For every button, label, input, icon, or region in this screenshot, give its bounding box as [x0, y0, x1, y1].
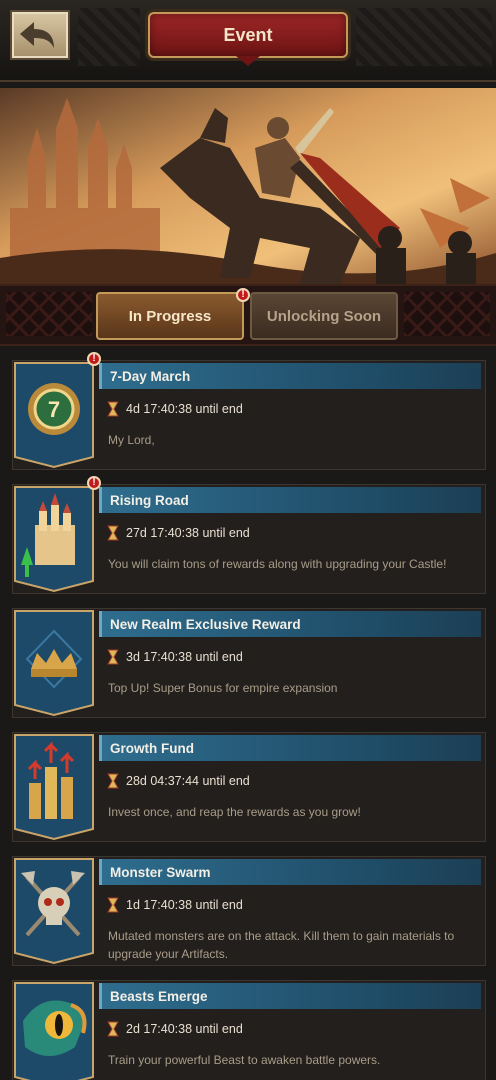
beast-eye-icon: [14, 982, 94, 1080]
event-banner-image: [0, 88, 496, 284]
event-title: Rising Road: [99, 487, 481, 513]
event-title: Growth Fund: [99, 735, 481, 761]
title-notch: [236, 56, 260, 66]
event-icon-frame: [13, 857, 95, 965]
event-timer: 28d 04:37:44 until end: [107, 773, 250, 789]
event-description: Top Up! Super Bonus for empire expansion: [108, 681, 338, 695]
event-icon-frame: [13, 609, 95, 717]
knight-on-horse-artwork: [0, 88, 496, 284]
svg-text:7: 7: [48, 397, 60, 422]
tab-bar: In Progress ! Unlocking Soon: [0, 284, 496, 346]
tab-unlocking-soon[interactable]: Unlocking Soon: [250, 292, 398, 340]
back-button[interactable]: [10, 10, 70, 60]
event-card-monster-swarm[interactable]: Monster Swarm 1d 17:40:38 until end Muta…: [12, 856, 486, 966]
event-card-rising-road[interactable]: Rising Road 27d 17:40:38 until end You w…: [12, 484, 486, 594]
header-ornament-left: [78, 8, 140, 66]
event-card-new-realm-exclusive-reward[interactable]: New Realm Exclusive Reward 3d 17:40:38 u…: [12, 608, 486, 718]
event-timer: 1d 17:40:38 until end: [107, 897, 243, 913]
event-description: My Lord,: [108, 433, 155, 447]
tab-unlocking-soon-label: Unlocking Soon: [266, 307, 382, 325]
event-timer: 2d 17:40:38 until end: [107, 1021, 243, 1037]
page-title-plate: Event: [148, 12, 348, 66]
tab-alert-badge: !: [236, 288, 250, 302]
tab-in-progress-label: In Progress: [128, 307, 212, 325]
event-timer: 27d 17:40:38 until end: [107, 525, 250, 541]
skull-axes-icon: [14, 858, 94, 965]
hourglass-icon: [107, 897, 119, 913]
event-timer-text: 2d 17:40:38 until end: [126, 1022, 243, 1036]
top-header: Event: [0, 0, 496, 82]
event-title: Monster Swarm: [99, 859, 481, 885]
page-title: Event: [223, 24, 273, 45]
hourglass-icon: [107, 525, 119, 541]
event-icon-frame: 7: [13, 361, 95, 469]
event-timer: 4d 17:40:38 until end: [107, 401, 243, 417]
event-title: 7-Day March: [99, 363, 481, 389]
hourglass-icon: [107, 649, 119, 665]
hourglass-icon: [107, 401, 119, 417]
event-icon-frame: [13, 485, 95, 593]
event-list[interactable]: 7 7-Day March 4d 17:40:38 until end My L…: [0, 350, 496, 1080]
tab-in-progress[interactable]: In Progress: [96, 292, 244, 340]
event-description: Invest once, and reap the rewards as you…: [108, 805, 361, 819]
event-title: New Realm Exclusive Reward: [99, 611, 481, 637]
event-timer-text: 27d 17:40:38 until end: [126, 526, 250, 540]
event-icon-frame: [13, 981, 95, 1080]
event-icon-frame: [13, 733, 95, 841]
header-ornament-right: [356, 8, 492, 66]
gold-growth-icon: [14, 734, 94, 841]
event-description: Mutated monsters are on the attack. Kill…: [108, 929, 455, 961]
tab-lattice-left: [6, 292, 92, 336]
event-title: Beasts Emerge: [99, 983, 481, 1009]
castle-upgrade-icon: [14, 486, 94, 593]
crown-icon: [14, 610, 94, 717]
event-card-beasts-emerge[interactable]: Beasts Emerge 2d 17:40:38 until end Trai…: [12, 980, 486, 1080]
event-timer-text: 28d 04:37:44 until end: [126, 774, 250, 788]
event-card-growth-fund[interactable]: Growth Fund 28d 04:37:44 until end Inves…: [12, 732, 486, 842]
event-description: Train your powerful Beast to awaken batt…: [108, 1053, 381, 1067]
event-description: You will claim tons of rewards along wit…: [108, 557, 447, 571]
seven-medal-icon: 7: [14, 362, 94, 469]
event-timer-text: 3d 17:40:38 until end: [126, 650, 243, 664]
event-timer-text: 4d 17:40:38 until end: [126, 402, 243, 416]
event-card-7-day-march[interactable]: 7 7-Day March 4d 17:40:38 until end My L…: [12, 360, 486, 470]
back-arrow-icon: [20, 22, 54, 48]
event-timer: 3d 17:40:38 until end: [107, 649, 243, 665]
event-alert-badge: !: [87, 476, 101, 490]
event-timer-text: 1d 17:40:38 until end: [126, 898, 243, 912]
hourglass-icon: [107, 1021, 119, 1037]
tab-lattice-right: [404, 292, 490, 336]
event-alert-badge: !: [87, 352, 101, 366]
hourglass-icon: [107, 773, 119, 789]
